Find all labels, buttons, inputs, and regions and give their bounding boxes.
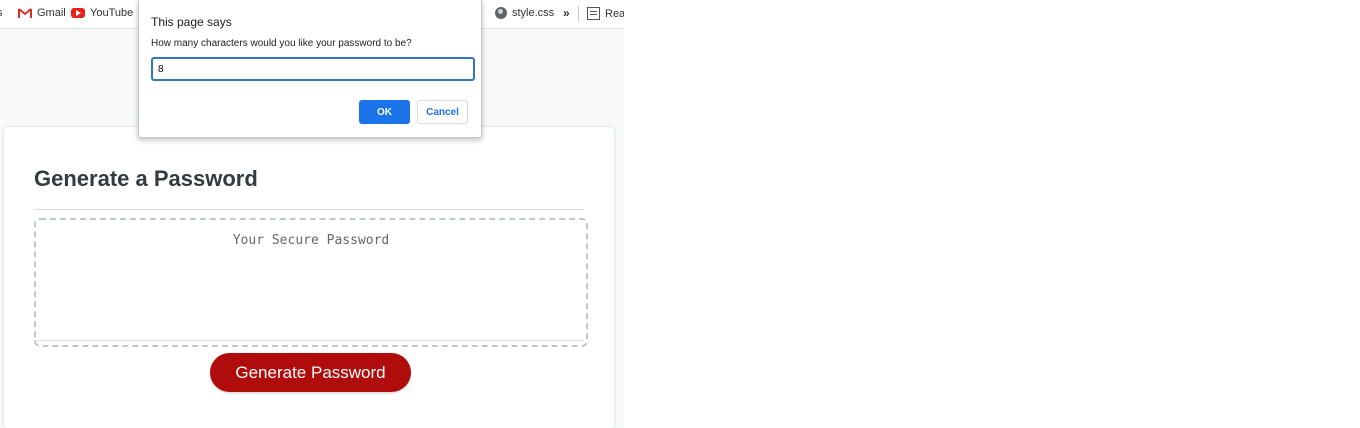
bookmark-label: Read (605, 7, 624, 20)
bookmark-gmail[interactable]: Gmail (18, 7, 66, 19)
gmail-icon (18, 7, 32, 18)
reading-list-button[interactable]: Read (587, 7, 624, 20)
dialog-title: This page says (151, 15, 232, 29)
bookmark-style-css[interactable]: style.css (495, 7, 554, 19)
page-title: Generate a Password (34, 166, 258, 191)
dialog-input[interactable] (151, 57, 475, 81)
bookmark-label: Gmail (37, 7, 66, 19)
bookmark-youtube[interactable]: YouTube (71, 7, 133, 19)
bookmark-label: style.css (512, 7, 555, 19)
bookmark-partial[interactable]: s (0, 7, 3, 19)
password-generator-card: Generate a Password Generate Password (4, 127, 614, 428)
browser-viewport: s Gmail YouTube . style.css » Read Gener… (0, 0, 624, 428)
youtube-icon (71, 8, 85, 18)
bookmarks-separator (578, 6, 579, 22)
bookmarks-overflow-button[interactable]: » (563, 6, 570, 20)
prompt-dialog: This page says How many characters would… (138, 0, 482, 138)
ok-button[interactable]: OK (359, 100, 410, 124)
password-output[interactable] (34, 218, 588, 347)
generate-password-button[interactable]: Generate Password (210, 353, 411, 392)
divider (34, 340, 584, 341)
cancel-button[interactable]: Cancel (417, 100, 468, 124)
bookmark-label: YouTube (90, 7, 134, 19)
divider (34, 209, 584, 210)
dialog-message: How many characters would you like your … (151, 38, 412, 49)
globe-icon (495, 7, 507, 19)
reading-list-icon (587, 7, 600, 20)
